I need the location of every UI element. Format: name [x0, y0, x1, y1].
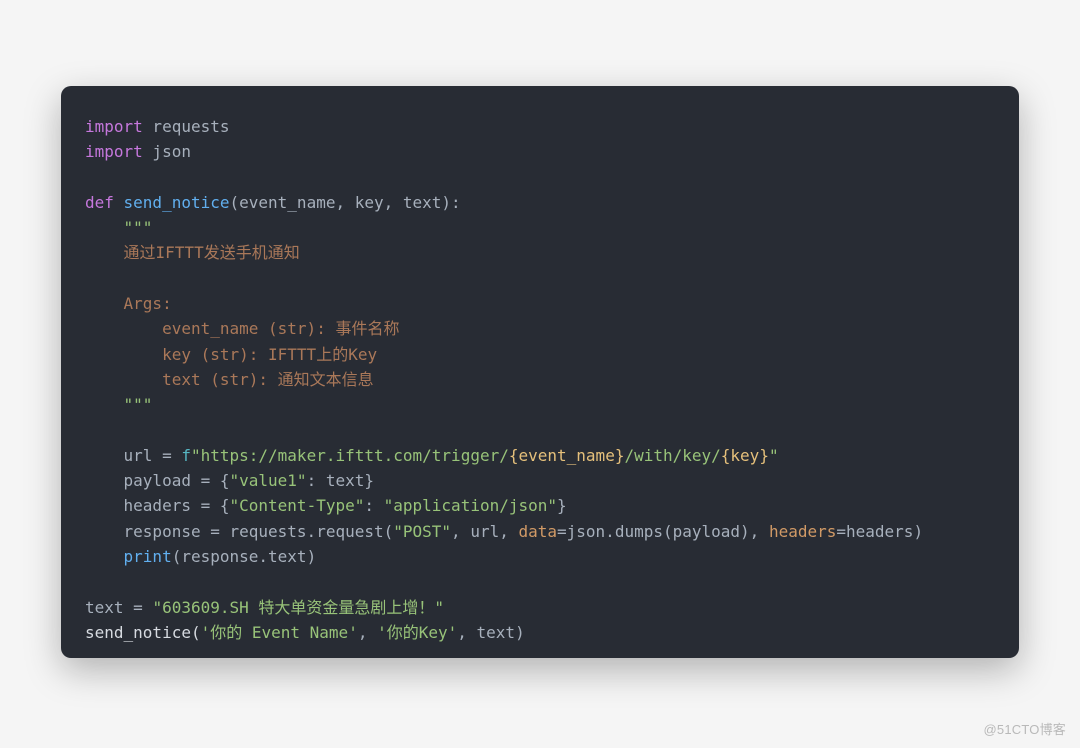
function-signature: (event_name, key, text):	[230, 193, 461, 212]
code-text: (response.text)	[172, 547, 317, 566]
code-text: payload = {	[124, 471, 230, 490]
indent	[85, 471, 124, 490]
indent	[85, 370, 162, 389]
indent	[85, 496, 124, 515]
indent	[85, 547, 124, 566]
kwarg-name: headers	[769, 522, 836, 541]
code-text: response = requests.request(	[124, 522, 394, 541]
string: '你的 Event Name'	[201, 623, 358, 642]
string: "value1"	[230, 471, 307, 490]
string: "POST"	[393, 522, 451, 541]
keyword-def: def	[85, 193, 124, 212]
code-text: =headers)	[836, 522, 923, 541]
code-text: text =	[85, 598, 152, 617]
string: "https://maker.ifttt.com/trigger/	[191, 446, 509, 465]
docstring-close: """	[124, 395, 153, 414]
watermark-text: @51CTO博客	[984, 719, 1066, 738]
code-text: , url,	[451, 522, 518, 541]
builtin-print: print	[124, 547, 172, 566]
string: '你的Key'	[377, 623, 457, 642]
code-text: send_notice(	[85, 623, 201, 642]
code-text: ,	[358, 623, 377, 642]
indent	[85, 446, 124, 465]
string: "application/json"	[384, 496, 557, 515]
docstring-line: 通过IFTTT发送手机通知	[124, 243, 300, 262]
keyword-import: import	[85, 142, 143, 161]
docstring-line: Args:	[124, 294, 172, 313]
module-requests: requests	[143, 117, 230, 136]
module-json: json	[143, 142, 191, 161]
indent	[85, 218, 124, 237]
code-snippet-card: import requests import json def send_not…	[61, 86, 1019, 658]
indent	[85, 319, 162, 338]
code-text: : text}	[307, 471, 374, 490]
docstring-line: text (str): 通知文本信息	[162, 370, 374, 389]
docstring-line: event_name (str): 事件名称	[162, 319, 399, 338]
assign: url =	[124, 446, 182, 465]
indent	[85, 243, 124, 262]
fstring-interp: {event_name}	[509, 446, 625, 465]
code-text: headers = {	[124, 496, 230, 515]
code-text: }	[557, 496, 567, 515]
indent	[85, 395, 124, 414]
fstring-prefix: f	[181, 446, 191, 465]
function-name: send_notice	[124, 193, 230, 212]
code-text: :	[364, 496, 383, 515]
code-block: import requests import json def send_not…	[85, 114, 995, 645]
string: "603609.SH 特大单资金量急剧上增！"	[152, 598, 444, 617]
fstring-interp: {key}	[721, 446, 769, 465]
kwarg-name: data	[518, 522, 557, 541]
string: "	[769, 446, 779, 465]
code-text: , text)	[457, 623, 524, 642]
docstring-line: key (str): IFTTT上的Key	[162, 345, 377, 364]
indent	[85, 294, 124, 313]
docstring-open: """	[124, 218, 153, 237]
string: "Content-Type"	[230, 496, 365, 515]
indent	[85, 522, 124, 541]
string: /with/key/	[624, 446, 720, 465]
keyword-import: import	[85, 117, 143, 136]
code-text: =json.dumps(payload),	[557, 522, 769, 541]
indent	[85, 345, 162, 364]
